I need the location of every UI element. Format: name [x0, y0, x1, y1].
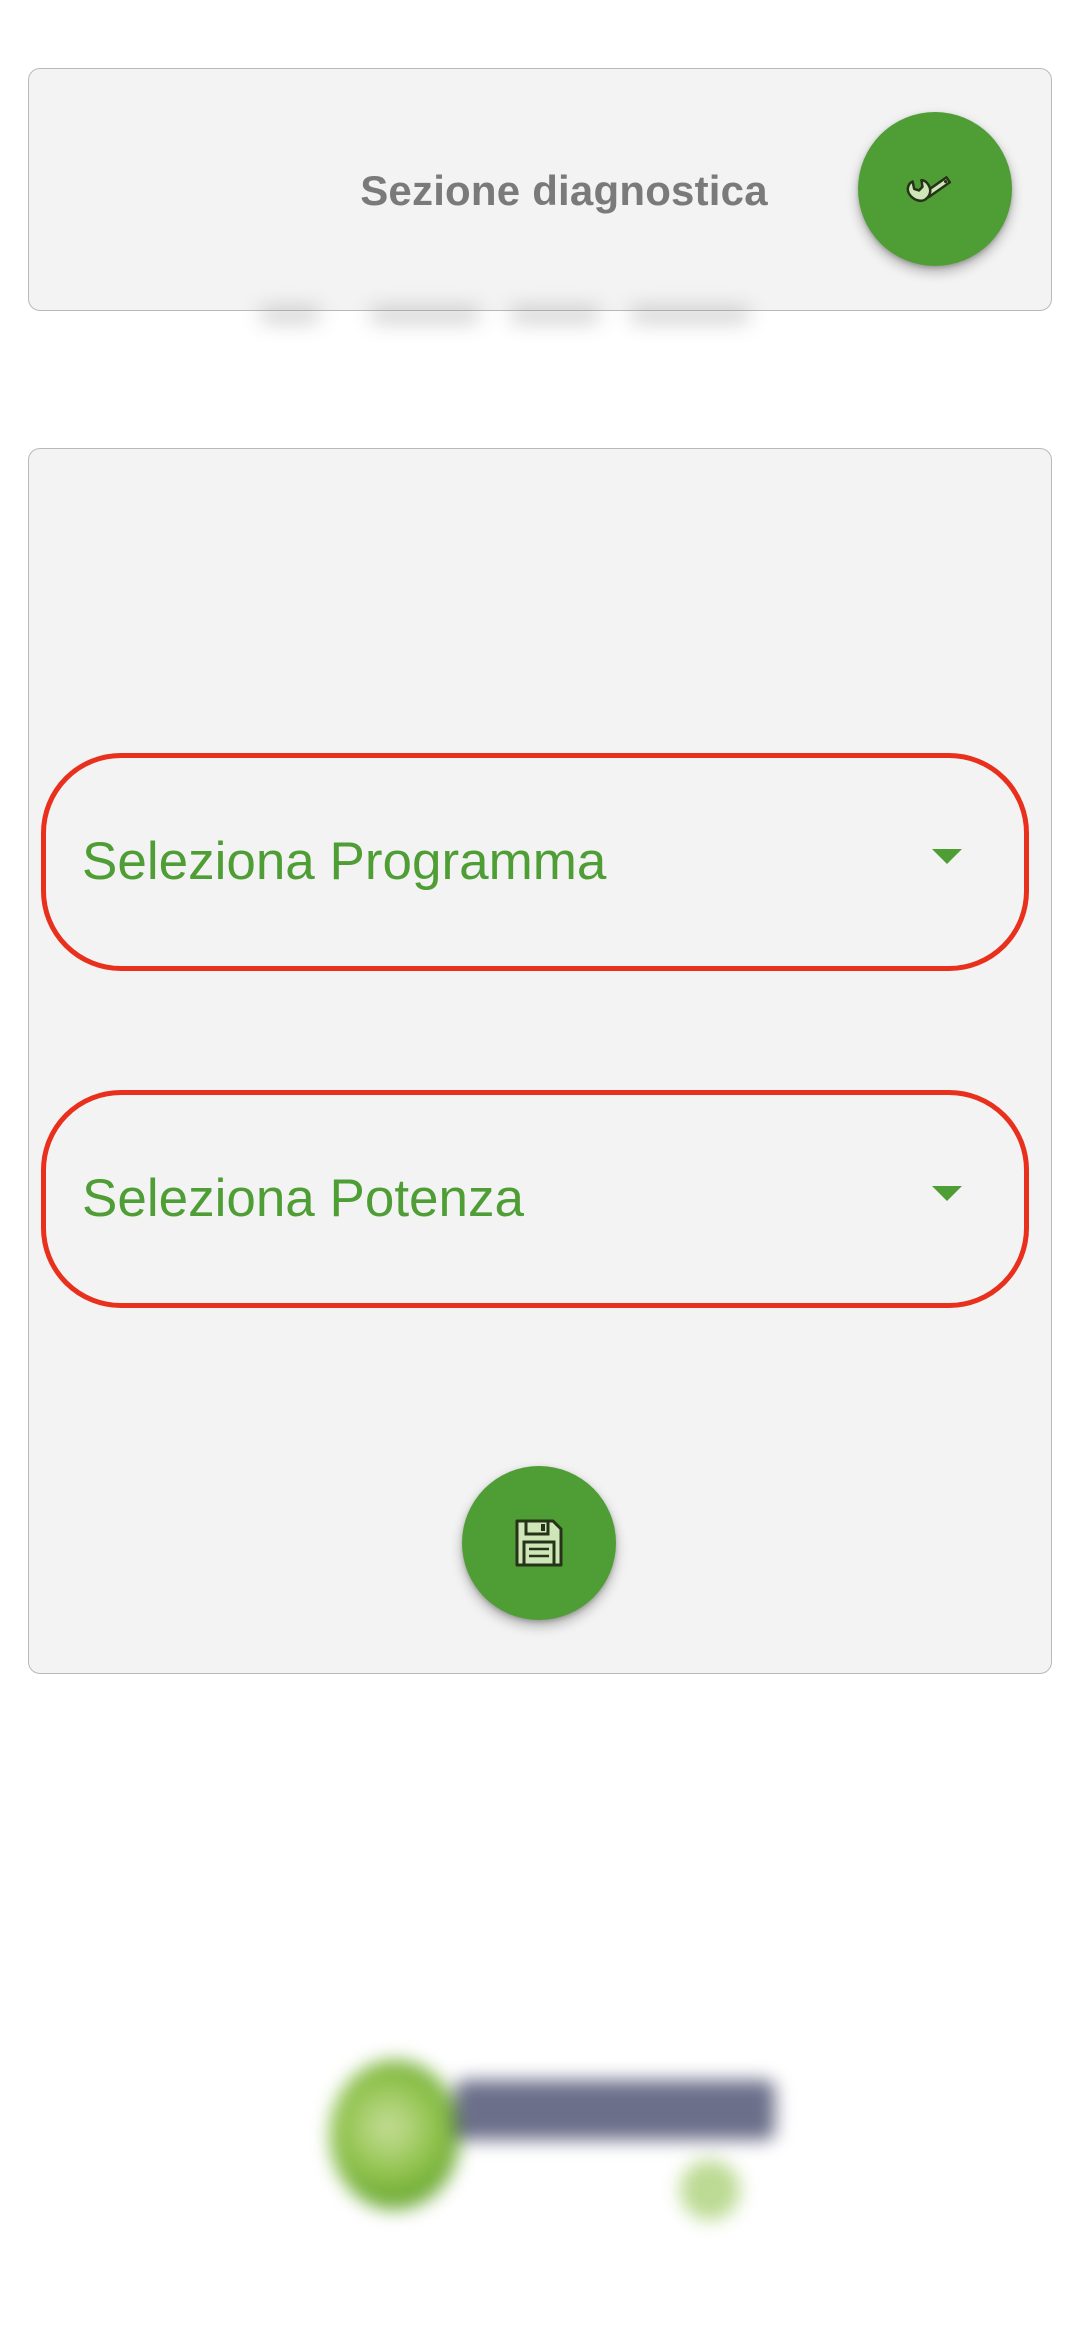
brand-logo [310, 2050, 790, 2250]
floppy-disk-icon [515, 1519, 563, 1567]
settings-card: Seleziona Programma Seleziona Potenza [28, 448, 1052, 1674]
wrench-icon [906, 176, 952, 202]
diagnostics-card: Sezione diagnostica [28, 68, 1052, 311]
power-select-label: Seleziona Potenza [82, 1169, 524, 1228]
save-button[interactable] [462, 1466, 616, 1620]
logo-leaf-icon [330, 2060, 460, 2210]
logo-wordmark [455, 2080, 775, 2140]
power-select[interactable]: Seleziona Potenza [41, 1090, 1029, 1308]
diagnostics-button[interactable] [858, 112, 1012, 266]
program-select-label: Seleziona Programma [82, 832, 607, 891]
dropdown-caret-icon [932, 849, 962, 864]
screen: Sezione diagnostica Seleziona Programma … [0, 0, 1080, 2340]
program-select[interactable]: Seleziona Programma [41, 753, 1029, 971]
dropdown-caret-icon [932, 1186, 962, 1201]
blurred-background-text [260, 300, 820, 330]
logo-sprout-icon [680, 2160, 740, 2220]
